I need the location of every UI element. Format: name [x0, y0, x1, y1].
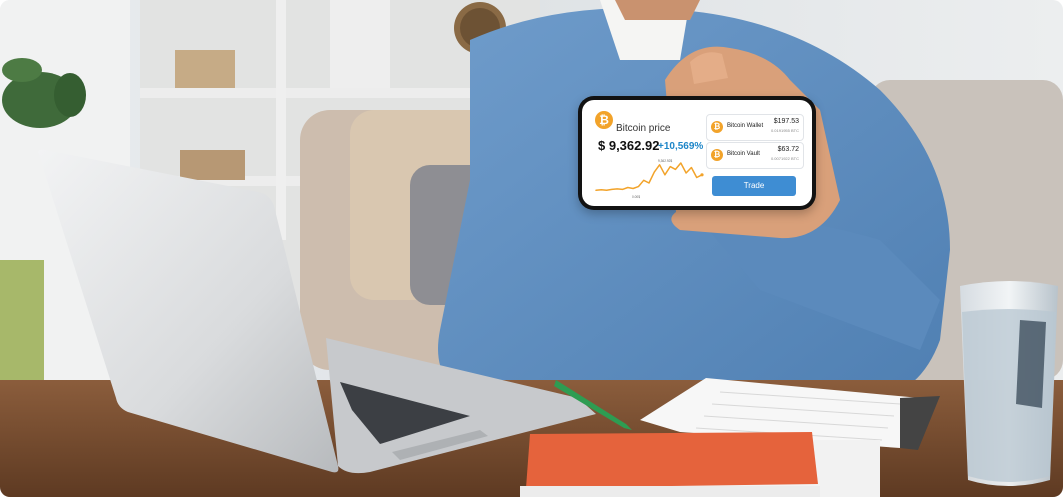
bitcoin-icon: ₿ [595, 111, 613, 129]
background-photo [0, 0, 1063, 497]
wallet-name: Bitcoin Vault [727, 151, 760, 157]
price-title: Bitcoin price [616, 123, 671, 134]
chart-end-dot [700, 173, 704, 177]
wallet-name: Bitcoin Wallet [727, 123, 764, 129]
wallet-card-bitcoin-vault[interactable]: ₿ Bitcoin Vault $63.72 0.0071922 BTC [706, 142, 804, 169]
price-change: +10,569% [658, 141, 704, 152]
photo-scene: ₿ Bitcoin price $ 9,362.92 +10,569% 9,36… [0, 0, 1063, 497]
price-value: $ 9,362.92 [598, 138, 660, 153]
wallet-card-bitcoin-wallet[interactable]: ₿ Bitcoin Wallet $197.53 0.0191955 BTC [706, 114, 804, 141]
phone-screen: ₿ Bitcoin price $ 9,362.92 +10,569% 9,36… [582, 100, 812, 206]
bitcoin-wallet-icon: ₿ [711, 121, 723, 133]
price-chart-line [595, 162, 703, 192]
trade-button[interactable]: Trade [712, 176, 796, 196]
wallet-btc-amount: 0.0191955 BTC [770, 128, 799, 133]
wallet-amount: $63.72 [777, 146, 799, 153]
wallet-amount: $197.53 [773, 118, 799, 125]
chart-low-label: 0.00$ [632, 195, 640, 199]
smartphone: ₿ Bitcoin price $ 9,362.92 +10,569% 9,36… [578, 96, 816, 210]
chart-peak-label: 9,362.92$ [658, 159, 672, 163]
price-chart: 9,362.92$ 0.00$ [595, 159, 704, 199]
wallet-btc-amount: 0.0071922 BTC [770, 156, 799, 161]
bitcoin-vault-icon: ₿ [711, 149, 723, 161]
